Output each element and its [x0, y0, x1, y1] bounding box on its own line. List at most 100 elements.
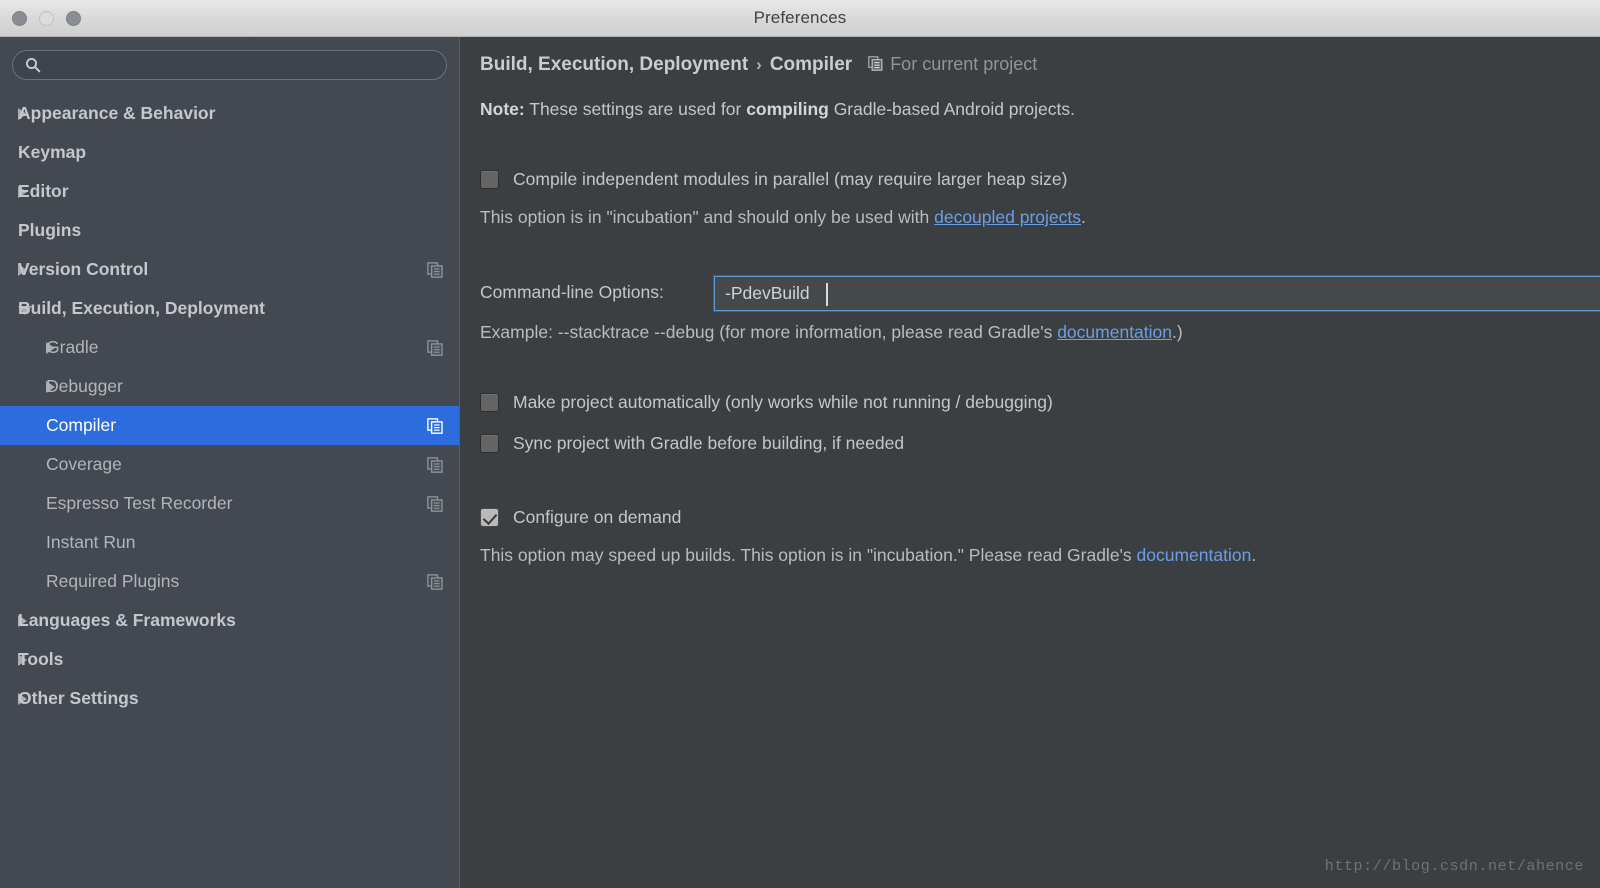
- make-automatically-label: Make project automatically (only works w…: [513, 392, 1053, 413]
- sidebar-item-build-execution-deployment[interactable]: Build, Execution, Deployment: [0, 289, 459, 328]
- search-field[interactable]: [12, 50, 447, 80]
- project-scope-icon: [427, 262, 443, 278]
- project-scope-icon: [427, 457, 443, 473]
- main-panel: Build, Execution, Deployment › Compiler …: [461, 37, 1600, 888]
- sidebar-item-keymap[interactable]: Keymap: [0, 133, 459, 172]
- sync-gradle-label: Sync project with Gradle before building…: [513, 433, 904, 454]
- cod-desc-1: This option may speed up builds. This op…: [480, 545, 1137, 565]
- sidebar-item-label: Gradle: [46, 337, 99, 358]
- maximize-button[interactable]: [66, 11, 81, 26]
- breadcrumb: Build, Execution, Deployment › Compiler …: [480, 54, 1037, 76]
- tree-indent: [0, 264, 18, 276]
- command-line-input[interactable]: [715, 277, 1600, 310]
- breadcrumb-current: Compiler: [770, 54, 852, 76]
- tree-indent: [0, 576, 46, 588]
- sidebar-item-label: Instant Run: [46, 532, 136, 553]
- sidebar-item-tools[interactable]: Tools: [0, 640, 459, 679]
- tree-indent: [0, 108, 18, 120]
- compile-parallel-label: Compile independent modules in parallel …: [513, 169, 1067, 190]
- configure-on-demand-checkbox[interactable]: [480, 508, 499, 527]
- breadcrumb-separator: ›: [756, 55, 762, 75]
- tree-indent: [0, 537, 46, 549]
- sidebar-item-label: Coverage: [46, 454, 122, 475]
- sidebar-item-label: Other Settings: [18, 688, 139, 709]
- sidebar-item-editor[interactable]: Editor: [0, 172, 459, 211]
- tree-indent: [0, 342, 46, 354]
- sidebar-item-label: Keymap: [18, 142, 86, 163]
- sidebar-item-label: Version Control: [18, 259, 148, 280]
- sidebar-item-label: Espresso Test Recorder: [46, 493, 232, 514]
- note-prefix: Note:: [480, 99, 525, 119]
- configure-on-demand-row[interactable]: Configure on demand: [480, 507, 681, 528]
- project-scope-icon: [427, 574, 443, 590]
- cod-desc-2: .: [1251, 545, 1256, 565]
- tree-indent: [0, 381, 46, 393]
- sidebar-item-debugger[interactable]: Debugger: [0, 367, 459, 406]
- tree-indent: [0, 498, 46, 510]
- sidebar-item-appearance-behavior[interactable]: Appearance & Behavior: [0, 94, 459, 133]
- tree-indent: [0, 303, 18, 315]
- gradle-documentation-link[interactable]: documentation: [1057, 322, 1172, 342]
- sidebar-item-instant-run[interactable]: Instant Run: [0, 523, 459, 562]
- compile-parallel-checkbox[interactable]: [480, 170, 499, 189]
- note-text-1: These settings are used for: [525, 99, 746, 119]
- command-line-field[interactable]: [714, 276, 1600, 311]
- compile-parallel-description: This option is in "incubation" and shoul…: [480, 207, 1086, 228]
- settings-tree: Appearance & Behavior Keymap Editor Plugins…: [0, 94, 459, 718]
- configure-on-demand-label: Configure on demand: [513, 507, 681, 528]
- sidebar-item-compiler[interactable]: Compiler: [0, 406, 459, 445]
- configure-documentation-link[interactable]: documentation: [1137, 545, 1252, 565]
- tree-indent: [0, 693, 18, 705]
- note-text: Note: These settings are used for compil…: [480, 99, 1075, 120]
- sidebar-item-espresso-test-recorder[interactable]: Espresso Test Recorder: [0, 484, 459, 523]
- close-button[interactable]: [12, 11, 27, 26]
- example-text-2: .): [1172, 322, 1183, 342]
- tree-indent: [0, 459, 46, 471]
- sidebar-item-label: Tools: [18, 649, 63, 670]
- watermark: http://blog.csdn.net/ahence: [1325, 858, 1584, 875]
- example-text-1: Example: --stacktrace --debug (for more …: [480, 322, 1057, 342]
- tree-indent: [0, 654, 18, 666]
- search-input[interactable]: [49, 57, 434, 73]
- sidebar-item-languages-frameworks[interactable]: Languages & Frameworks: [0, 601, 459, 640]
- note-bold: compiling: [746, 99, 829, 119]
- tree-indent: [0, 147, 18, 159]
- decoupled-projects-link[interactable]: decoupled projects: [934, 207, 1081, 227]
- parallel-desc-2: .: [1081, 207, 1086, 227]
- make-automatically-row[interactable]: Make project automatically (only works w…: [480, 392, 1053, 413]
- compile-parallel-row[interactable]: Compile independent modules in parallel …: [480, 169, 1067, 190]
- sidebar-item-label: Languages & Frameworks: [18, 610, 236, 631]
- sidebar-item-label: Editor: [18, 181, 69, 202]
- title-bar: Preferences: [0, 0, 1600, 37]
- project-scope-icon: [427, 418, 443, 434]
- project-scope-icon: [427, 496, 443, 512]
- settings-sidebar: Appearance & Behavior Keymap Editor Plugins…: [0, 37, 460, 888]
- command-line-example: Example: --stacktrace --debug (for more …: [480, 322, 1183, 343]
- command-line-label: Command-line Options:: [480, 282, 664, 303]
- sidebar-item-required-plugins[interactable]: Required Plugins: [0, 562, 459, 601]
- sidebar-item-gradle[interactable]: Gradle: [0, 328, 459, 367]
- sync-gradle-checkbox[interactable]: [480, 434, 499, 453]
- sidebar-item-coverage[interactable]: Coverage: [0, 445, 459, 484]
- sidebar-item-other-settings[interactable]: Other Settings: [0, 679, 459, 718]
- project-scope-icon: [868, 56, 883, 71]
- sidebar-item-label: Build, Execution, Deployment: [18, 298, 265, 319]
- window-controls: [12, 11, 81, 26]
- scope-label: For current project: [890, 54, 1037, 75]
- breadcrumb-path[interactable]: Build, Execution, Deployment: [480, 54, 748, 76]
- tree-indent: [0, 225, 18, 237]
- sync-gradle-row[interactable]: Sync project with Gradle before building…: [480, 433, 904, 454]
- sidebar-item-label: Required Plugins: [46, 571, 179, 592]
- sidebar-item-version-control[interactable]: Version Control: [0, 250, 459, 289]
- tree-indent: [0, 615, 18, 627]
- sidebar-item-plugins[interactable]: Plugins: [0, 211, 459, 250]
- tree-indent: [0, 186, 18, 198]
- preferences-window: Preferences Appearance & Behavior Keymap E…: [0, 0, 1600, 888]
- sidebar-item-label: Debugger: [46, 376, 123, 397]
- search-icon: [25, 57, 41, 73]
- make-automatically-checkbox[interactable]: [480, 393, 499, 412]
- note-text-2: Gradle-based Android projects.: [829, 99, 1075, 119]
- text-cursor: [826, 283, 828, 306]
- minimize-button[interactable]: [39, 11, 54, 26]
- sidebar-item-label: Compiler: [46, 415, 116, 436]
